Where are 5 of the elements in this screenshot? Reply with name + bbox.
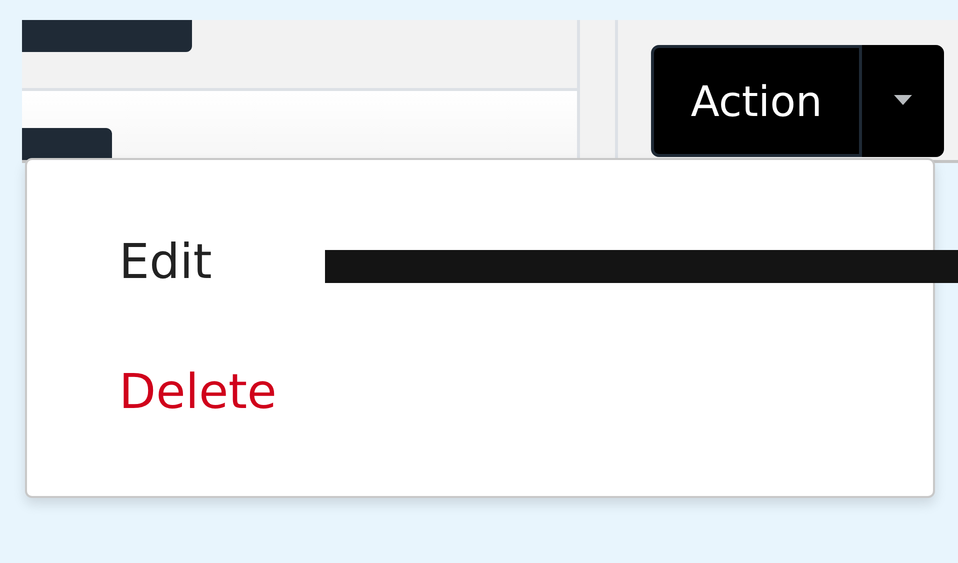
dropdown-toggle-button[interactable] [862, 45, 944, 157]
action-button[interactable]: Action [651, 45, 862, 157]
menu-item[interactable]: Delete [27, 360, 933, 424]
menu-item[interactable]: Edit [27, 230, 933, 360]
caret-icon [894, 95, 912, 107]
